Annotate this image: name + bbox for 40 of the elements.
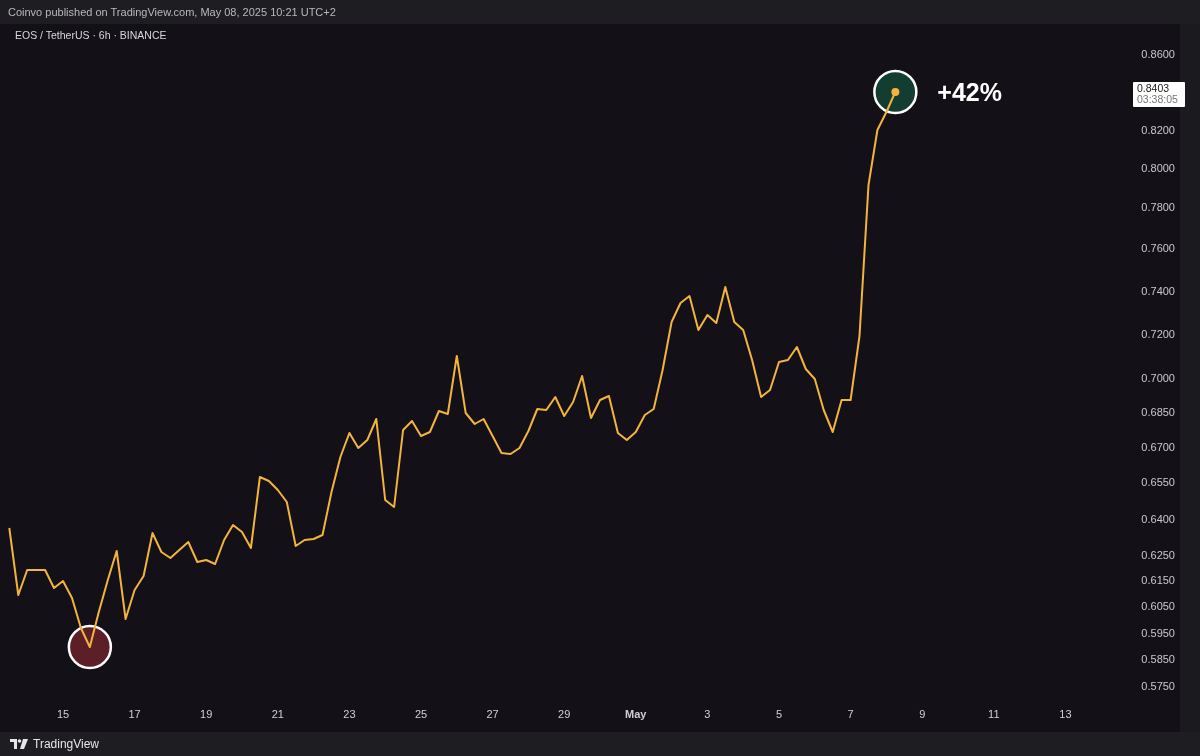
- price-axis-label: 0.6550: [1141, 476, 1175, 488]
- price-axis-label: 0.5750: [1141, 680, 1175, 692]
- price-axis-label: 0.8600: [1141, 48, 1175, 60]
- time-axis-label: 21: [271, 708, 284, 720]
- price-axis-label: 0.5850: [1141, 653, 1175, 665]
- time-axis-label: 15: [56, 708, 70, 720]
- price-axis-label: 0.8000: [1141, 162, 1175, 174]
- time-axis-label: May: [625, 708, 647, 720]
- price-axis-label: 0.7000: [1141, 372, 1175, 384]
- price-axis-label: 0.6700: [1141, 441, 1175, 453]
- price-axis-label: 0.6400: [1141, 513, 1175, 525]
- time-axis-label: 29: [558, 708, 571, 720]
- brand-name: TradingView: [33, 736, 100, 753]
- price-axis-label: 0.8200: [1141, 124, 1175, 136]
- price-axis-label: 0.7200: [1141, 328, 1175, 340]
- price-axis-label: 0.6250: [1141, 549, 1175, 561]
- time-axis-label: 13: [1059, 708, 1072, 720]
- time-axis-label: 11: [988, 708, 1000, 720]
- time-axis-label: 7: [847, 708, 854, 720]
- time-axis-label: 17: [128, 708, 141, 720]
- price-axis-label: 0.7800: [1141, 201, 1175, 213]
- time-axis-label: 19: [200, 708, 213, 720]
- publish-info: Coinvo published on TradingView.com, May 08, 2025 10:21 UTC+2: [8, 4, 336, 20]
- price-axis-label: 0.6850: [1141, 406, 1175, 418]
- price-axis-label: 0.5950: [1141, 627, 1175, 639]
- chart-legend: EOS / TetherUS · 6h · BINANCE: [15, 29, 167, 41]
- time-axis-label: 9: [919, 708, 926, 720]
- time-axis-label: 23: [343, 708, 356, 720]
- price-axis-label: 0.7400: [1141, 285, 1175, 297]
- price-axis-label: 0.7600: [1141, 242, 1175, 254]
- logo-icon: [10, 739, 28, 749]
- price-axis-label: 0.6050: [1141, 600, 1175, 612]
- time-axis-label: 5: [775, 708, 783, 720]
- time-axis-label: 25: [414, 708, 428, 720]
- time-axis-label: 3: [704, 708, 711, 720]
- gain-label: +42%: [937, 78, 1002, 106]
- price-label: 0.8403 03:38:05: [1133, 82, 1185, 107]
- time-axis-label: 27: [486, 708, 499, 720]
- last-point-dot: [891, 88, 900, 96]
- price-axis-label: 0.6150: [1141, 574, 1175, 586]
